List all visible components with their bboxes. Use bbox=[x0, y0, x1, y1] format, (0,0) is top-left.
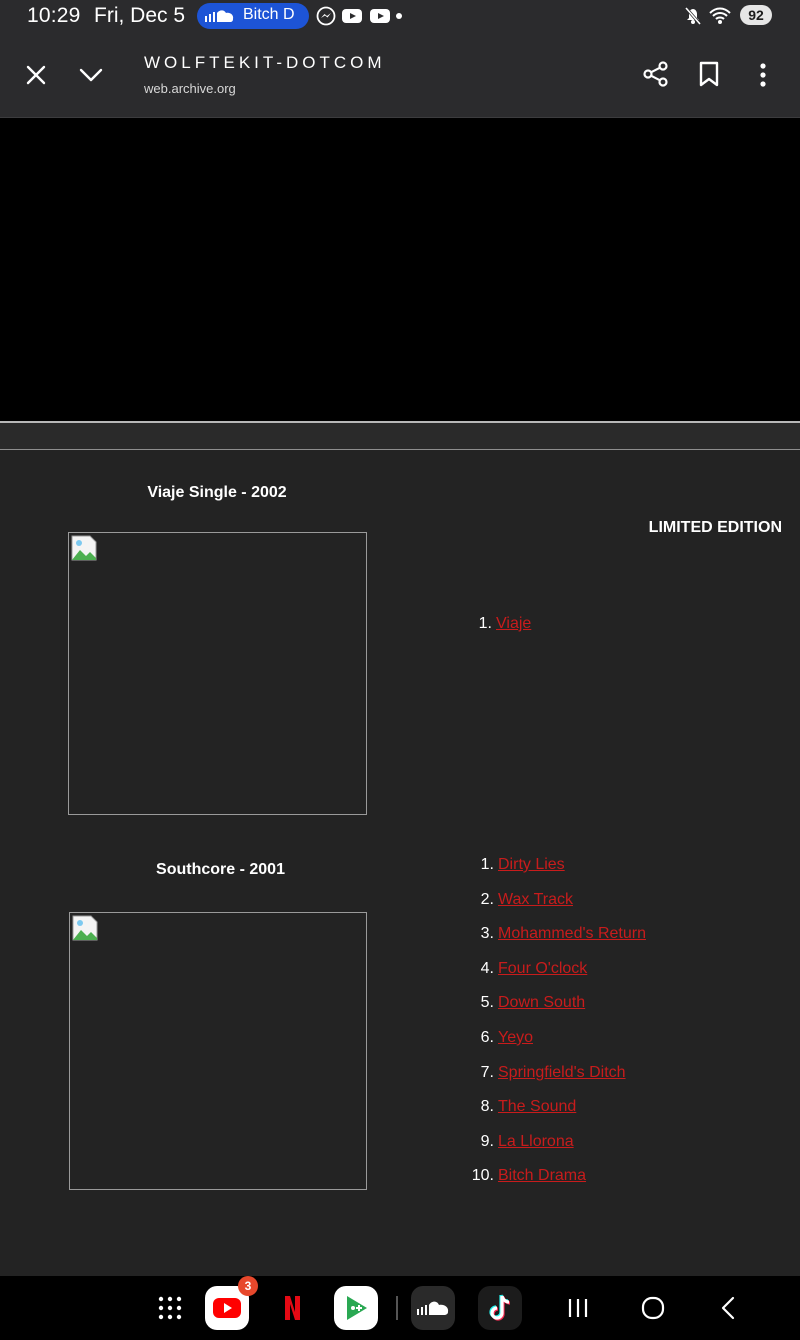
list-item: 10. Bitch Drama bbox=[468, 1166, 646, 1201]
more-notifications-dot bbox=[396, 13, 402, 19]
track-link[interactable]: Springfield's Ditch bbox=[498, 1064, 626, 1081]
list-item: 7. Springfield's Ditch bbox=[468, 1063, 646, 1098]
home-button[interactable] bbox=[640, 1295, 666, 1326]
track-number: 7. bbox=[480, 1063, 494, 1081]
youtube-badge: 3 bbox=[238, 1276, 258, 1296]
horizontal-rule bbox=[0, 421, 800, 450]
soundcloud-app-button[interactable] bbox=[411, 1286, 455, 1330]
close-icon bbox=[26, 65, 46, 85]
mute-icon bbox=[684, 7, 702, 25]
track-link[interactable]: Wax Track bbox=[498, 891, 573, 908]
track-number: 2. bbox=[480, 890, 494, 908]
status-bar: 10:29 Fri, Dec 5 Bitch D 92 bbox=[0, 0, 800, 32]
share-button[interactable] bbox=[642, 60, 670, 93]
album-title-southcore: Southcore - 2001 bbox=[156, 861, 285, 878]
netflix-icon bbox=[270, 1286, 314, 1330]
messenger-icon bbox=[316, 6, 336, 26]
more-options-button[interactable] bbox=[752, 62, 774, 93]
track-number: 8. bbox=[480, 1098, 494, 1116]
track-link[interactable]: Viaje bbox=[496, 615, 531, 632]
track-link[interactable]: Yeyo bbox=[498, 1029, 533, 1046]
custom-tab-toolbar: WOLFTEKIT-DOTCOM web.archive.org bbox=[0, 32, 800, 118]
status-right-icons: 92 bbox=[683, 5, 772, 27]
google-play-games-button[interactable] bbox=[334, 1286, 378, 1330]
app-drawer-icon bbox=[158, 1296, 182, 1320]
track-link[interactable]: Mohammed's Return bbox=[498, 925, 646, 942]
back-icon bbox=[721, 1296, 735, 1320]
soundcloud-icon bbox=[205, 10, 234, 22]
app-drawer-button[interactable] bbox=[152, 1290, 188, 1331]
header-banner bbox=[0, 118, 800, 421]
wifi-icon bbox=[708, 7, 731, 24]
navigation-bar: 3 bbox=[0, 1276, 800, 1340]
youtube-notification-icon-2 bbox=[369, 9, 390, 23]
track-number: 3. bbox=[480, 925, 494, 943]
chevron-down-icon bbox=[79, 68, 103, 82]
list-item: 4. Four O'clock bbox=[468, 959, 646, 994]
tracklist-viaje: 1. Viaje bbox=[466, 614, 532, 649]
more-vertical-icon bbox=[760, 63, 766, 87]
list-item: 6. Yeyo bbox=[468, 1028, 646, 1063]
album-cover-viaje bbox=[68, 532, 367, 815]
youtube-icon: 3 bbox=[205, 1276, 258, 1330]
limited-edition-label: LIMITED EDITION bbox=[648, 519, 782, 536]
track-number: 1. bbox=[480, 856, 494, 873]
track-link[interactable]: Bitch Drama bbox=[498, 1167, 586, 1184]
list-item: 1. Viaje bbox=[466, 614, 532, 649]
page-url[interactable]: web.archive.org bbox=[144, 81, 236, 96]
track-link[interactable]: Four O'clock bbox=[498, 960, 587, 977]
youtube-notification-icon bbox=[342, 9, 363, 23]
status-time: 10:29 bbox=[27, 4, 81, 27]
battery-level: 92 bbox=[740, 5, 772, 25]
tiktok-app-button[interactable] bbox=[478, 1286, 522, 1330]
track-link[interactable]: Dirty Lies bbox=[498, 856, 565, 873]
broken-image-icon bbox=[71, 535, 97, 561]
bookmark-icon bbox=[699, 61, 719, 87]
close-tab-button[interactable] bbox=[24, 63, 48, 92]
track-link[interactable]: The Sound bbox=[498, 1098, 576, 1115]
media-playing-pill[interactable]: Bitch D bbox=[197, 3, 309, 29]
list-item: 1. Dirty Lies bbox=[468, 855, 646, 890]
track-link[interactable]: Down South bbox=[498, 994, 585, 1011]
recents-button[interactable] bbox=[564, 1296, 592, 1325]
track-number: 4. bbox=[480, 959, 494, 977]
track-number: 1. bbox=[478, 615, 492, 632]
list-item: 8. The Sound bbox=[468, 1097, 646, 1132]
track-number: 5. bbox=[480, 994, 494, 1012]
youtube-app-button[interactable]: 3 bbox=[205, 1276, 258, 1330]
tracklist-southcore: 1. Dirty Lies 2. Wax Track 3. Mohammed's Re… bbox=[468, 855, 646, 1201]
list-item: 2. Wax Track bbox=[468, 890, 646, 925]
minimize-tab-button[interactable] bbox=[78, 65, 104, 90]
track-link[interactable]: La Llorona bbox=[498, 1133, 574, 1150]
status-date: Fri, Dec 5 bbox=[94, 4, 186, 27]
broken-image-icon bbox=[72, 915, 98, 941]
share-icon bbox=[643, 61, 668, 87]
discography-content: Viaje Single - 2002 LIMITED EDITION 1. Vi… bbox=[0, 450, 800, 1276]
track-number: 10. bbox=[471, 1167, 494, 1185]
home-icon bbox=[641, 1296, 665, 1320]
list-item: 3. Mohammed's Return bbox=[468, 924, 646, 959]
album-title-viaje: Viaje Single - 2002 bbox=[147, 484, 287, 501]
tiktok-icon bbox=[478, 1286, 522, 1330]
list-item: 9. La Llorona bbox=[468, 1132, 646, 1167]
recents-icon bbox=[568, 1299, 588, 1317]
media-pill-title: Bitch D bbox=[243, 6, 295, 23]
page-title: WOLFTEKIT-DOTCOM bbox=[144, 53, 386, 72]
notification-icons bbox=[316, 6, 392, 26]
soundcloud-icon bbox=[411, 1286, 455, 1330]
list-item: 5. Down South bbox=[468, 993, 646, 1028]
netflix-app-button[interactable] bbox=[270, 1286, 314, 1330]
track-number: 9. bbox=[480, 1132, 494, 1150]
track-number: 6. bbox=[480, 1028, 494, 1046]
back-button[interactable] bbox=[716, 1295, 742, 1326]
album-cover-southcore bbox=[69, 912, 367, 1190]
google-play-games-icon bbox=[334, 1286, 378, 1330]
bookmark-button[interactable] bbox=[698, 61, 720, 92]
nav-divider bbox=[396, 1296, 398, 1320]
